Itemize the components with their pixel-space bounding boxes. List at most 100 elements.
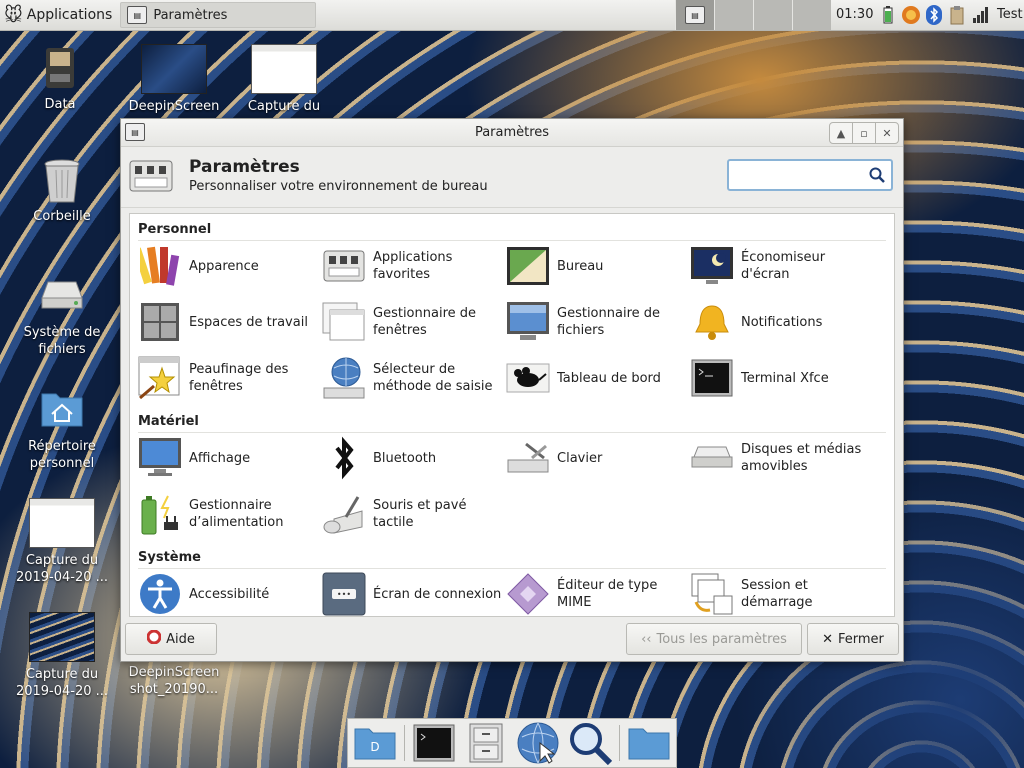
image-thumbnail-icon: [141, 44, 207, 94]
desktop-icon-data[interactable]: Data: [10, 44, 110, 113]
settings-grid: Personnel Apparence Applications favorit…: [129, 213, 895, 617]
bluetooth-icon[interactable]: [924, 4, 944, 26]
web-browser-icon[interactable]: [515, 721, 561, 765]
settings-item-gestionnaire-fichiers[interactable]: Gestionnaire de fichiers: [506, 298, 690, 346]
settings-item-label: Sélecteur de méthode de saisie: [373, 362, 493, 394]
close-button-label: Fermer: [838, 631, 884, 647]
removable-drive-icon: [690, 436, 734, 480]
settings-item-ecran-connexion[interactable]: ••• Écran de connexion: [322, 570, 506, 616]
applications-menu-button[interactable]: 🐭 Applications: [0, 0, 116, 30]
clock[interactable]: 01:30: [836, 7, 873, 22]
settings-item-editeur-type-mime[interactable]: Éditeur de type MIME: [506, 570, 690, 616]
settings-item-session-demarrage[interactable]: Session et démarrage: [690, 570, 874, 616]
settings-item-disques-medias[interactable]: Disques et médias amovibles: [690, 434, 874, 482]
settings-app-icon: ▤: [685, 6, 705, 24]
settings-item-label: Affichage: [189, 450, 251, 466]
battery-icon[interactable]: [878, 4, 898, 26]
settings-item-economiseur-ecran[interactable]: Économiseur d'écran: [690, 242, 874, 290]
settings-item-label: Accessibilité: [189, 586, 270, 602]
minimize-button[interactable]: ▲: [829, 122, 853, 144]
settings-item-peaufinage-fenetres[interactable]: Peaufinage des fenêtres: [138, 354, 322, 402]
category-title-personnel: Personnel: [138, 222, 212, 237]
all-settings-button[interactable]: ‹‹ Tous les paramètres: [626, 623, 802, 655]
update-icon[interactable]: [901, 4, 921, 26]
category-divider: [138, 240, 886, 241]
keyboard-icon: [506, 436, 550, 480]
close-icon: ✕: [822, 631, 833, 647]
desktop-icon-corbeille[interactable]: Corbeille: [12, 156, 112, 225]
settings-item-gestionnaire-fenetres[interactable]: Gestionnaire de fenêtres: [322, 298, 506, 346]
taskbar-item-parametres[interactable]: ▤ Paramètres: [120, 2, 317, 28]
settings-item-bluetooth[interactable]: Bluetooth: [322, 434, 506, 482]
preferred-apps-icon: [322, 244, 366, 288]
desktop-icon-label: Capture du 2019-04-20 ...: [15, 553, 109, 585]
session-startup-icon: [690, 572, 734, 616]
app-finder-icon[interactable]: [567, 721, 613, 765]
settings-item-espaces-de-travail[interactable]: Espaces de travail: [138, 298, 322, 346]
category-title-materiel: Matériel: [138, 414, 199, 429]
settings-item-clavier[interactable]: Clavier: [506, 434, 690, 482]
lifebuoy-icon: [146, 629, 162, 648]
settings-item-tableau-de-bord[interactable]: Tableau de bord: [506, 354, 690, 402]
close-window-button[interactable]: ✕: [875, 122, 899, 144]
settings-item-accessibilite[interactable]: Accessibilité: [138, 570, 322, 616]
category-divider: [138, 432, 886, 433]
svg-text:D: D: [370, 740, 379, 754]
help-button[interactable]: Aide: [125, 623, 217, 655]
desktop-icon-label: Répertoire personnel: [28, 439, 96, 471]
workspace-4[interactable]: [792, 0, 831, 30]
desktop-icon-label: Capture du 2019-04-20 ...: [15, 667, 109, 699]
show-desktop-icon[interactable]: D: [352, 721, 398, 765]
settings-item-applications-favorites[interactable]: Applications favorites: [322, 242, 506, 290]
settings-item-notifications[interactable]: Notifications: [690, 298, 874, 346]
desktop-icon-capture-3[interactable]: Capture du 2019-04-20 ...: [12, 612, 112, 700]
folder-icon[interactable]: [626, 721, 672, 765]
power-manager-icon: [138, 492, 182, 536]
hard-drive-icon: [38, 272, 86, 320]
search-icon[interactable]: [869, 167, 885, 183]
settings-item-souris-pave-tactile[interactable]: Souris et pavé tactile: [322, 490, 506, 538]
screenshot-thumbnail-icon: [29, 498, 95, 548]
window-menu-icon[interactable]: ▤: [125, 123, 145, 141]
settings-item-label: Souris et pavé tactile: [373, 498, 467, 530]
accessibility-icon: [138, 572, 182, 616]
sd-card-icon: [36, 44, 84, 92]
dock-separator: [404, 725, 405, 761]
settings-item-label: Bluetooth: [373, 450, 437, 466]
desktop-icon-label: DeepinScreen shot_20190...: [128, 665, 220, 697]
taskbar-item-label: Paramètres: [153, 7, 228, 23]
category-title-systeme: Système: [138, 550, 201, 565]
file-cabinet-icon[interactable]: [463, 721, 509, 765]
close-button[interactable]: ✕ Fermer: [807, 623, 899, 655]
clipboard-icon[interactable]: [947, 4, 967, 26]
settings-item-apparence[interactable]: Apparence: [138, 242, 322, 290]
network-signal-icon[interactable]: [970, 4, 990, 26]
all-settings-button-label: Tous les paramètres: [656, 631, 787, 647]
terminal-icon[interactable]: [411, 721, 457, 765]
settings-item-label: Gestionnaire de fenêtres: [373, 306, 477, 338]
settings-item-label: Apparence: [189, 258, 259, 274]
user-menu[interactable]: Test: [997, 7, 1023, 22]
bluetooth-icon: [322, 436, 366, 480]
settings-item-selecteur-methode-saisie[interactable]: Sélecteur de méthode de saisie: [322, 354, 506, 402]
desktop-icon-systeme-de-fichiers[interactable]: Système de fichiers: [12, 272, 112, 358]
window-titlebar[interactable]: ▤ Paramètres ▲ ▫ ✕: [121, 119, 903, 147]
window-manager-icon: [322, 300, 366, 344]
settings-item-affichage[interactable]: Affichage: [138, 434, 322, 482]
desktop-icon-capture-2[interactable]: Capture du 2019-04-20 ...: [12, 498, 112, 586]
settings-item-terminal-xfce[interactable]: Terminal Xfce: [690, 354, 874, 402]
desktop-icon-deepinscreen[interactable]: DeepinScreen: [124, 44, 224, 115]
screensaver-icon: [690, 244, 734, 288]
desktop-icon-capture-1[interactable]: Capture du: [234, 44, 334, 115]
desktop-icon-repertoire-personnel[interactable]: Répertoire personnel: [12, 386, 112, 472]
workspace-2[interactable]: [714, 0, 753, 30]
settings-item-bureau[interactable]: Bureau: [506, 242, 690, 290]
settings-item-label: Gestionnaire de fichiers: [557, 306, 661, 338]
settings-window: ▤ Paramètres ▲ ▫ ✕ Paramètres Personnali…: [120, 118, 904, 662]
workspace-1[interactable]: ▤: [675, 0, 714, 30]
workspace-3[interactable]: [753, 0, 792, 30]
settings-item-gestionnaire-alimentation[interactable]: Gestionnaire d’alimentation: [138, 490, 322, 538]
maximize-button[interactable]: ▫: [852, 122, 876, 144]
window-controls: ▲ ▫ ✕: [829, 122, 899, 144]
help-button-label: Aide: [166, 631, 195, 647]
